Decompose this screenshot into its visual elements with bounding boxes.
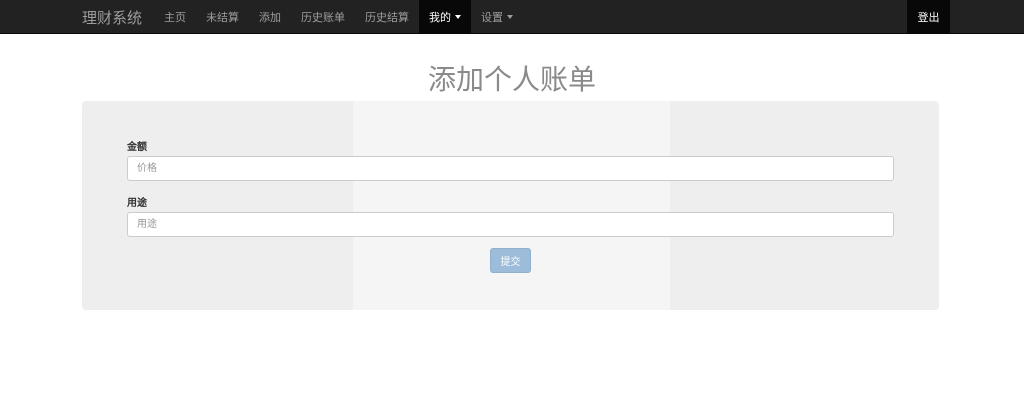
purpose-label: 用途 xyxy=(127,198,147,209)
page-title: 添加个人账单 xyxy=(427,63,596,96)
submit-button[interactable]: 提交 xyxy=(490,248,531,273)
nav-item-mine-label: 我的 xyxy=(429,11,452,24)
nav-item-settings-dropdown[interactable]: 设置 xyxy=(471,0,523,34)
panel-highlight xyxy=(353,101,670,310)
nav-item-history-bills-label: 历史账单 xyxy=(301,11,346,24)
nav-item-add[interactable]: 添加 xyxy=(249,0,291,34)
amount-label: 金额 xyxy=(127,142,147,153)
caret-down-icon xyxy=(455,15,462,19)
nav-item-add-label: 添加 xyxy=(259,11,282,24)
nav-item-history-settlements[interactable]: 历史结算 xyxy=(355,0,419,34)
nav-item-mine-dropdown[interactable]: 我的 xyxy=(419,0,472,34)
add-bill-form-panel: 金额 用途 提交 xyxy=(82,101,939,310)
purpose-input[interactable] xyxy=(127,212,894,237)
nav-item-history-settlements-label: 历史结算 xyxy=(365,11,410,24)
nav-item-unsettled-label: 未结算 xyxy=(206,11,240,24)
nav-menu: 理财系统 主页 未结算 添加 历史账单 历史结算 我的 设置 xyxy=(70,0,523,34)
nav-item-history-bills[interactable]: 历史账单 xyxy=(291,0,355,34)
nav-item-settings-label: 设置 xyxy=(481,11,504,24)
nav-item-home-label: 主页 xyxy=(164,11,187,24)
nav-item-home[interactable]: 主页 xyxy=(154,0,196,34)
amount-input[interactable] xyxy=(127,156,894,181)
logout-button[interactable]: 登出 xyxy=(907,0,950,34)
nav-item-unsettled[interactable]: 未结算 xyxy=(196,0,249,34)
caret-down-icon xyxy=(507,15,514,19)
top-navbar: 理财系统 主页 未结算 添加 历史账单 历史结算 我的 设置 登出 xyxy=(0,0,1024,34)
brand-link[interactable]: 理财系统 xyxy=(70,0,154,34)
